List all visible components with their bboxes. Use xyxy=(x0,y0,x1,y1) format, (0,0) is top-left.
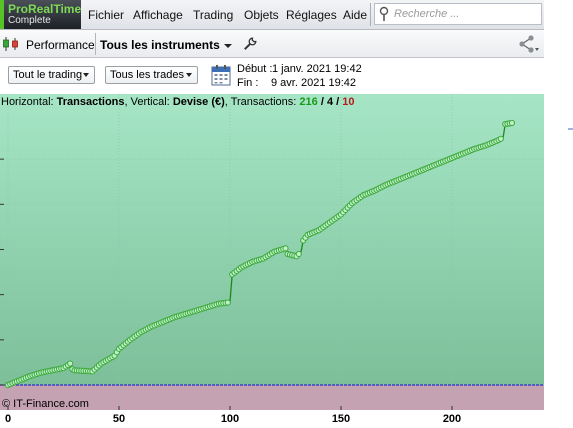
transactions-label: , Transactions: xyxy=(224,96,297,108)
logo-accent xyxy=(0,0,4,29)
share-icon[interactable] xyxy=(518,35,540,53)
x-tick-label: 200 xyxy=(442,413,462,425)
horizontal-label: Horizontal: xyxy=(1,96,54,108)
x-tick-label: 150 xyxy=(331,413,351,425)
logo-edition-text: Complete xyxy=(8,15,51,26)
menu-trading[interactable]: Trading xyxy=(193,8,233,22)
menu-separator xyxy=(370,3,371,26)
menu-aide[interactable]: Aide xyxy=(343,8,367,22)
transactions-neutral: 4 xyxy=(326,96,334,108)
x-tick-label: 100 xyxy=(220,413,240,425)
chart-status-line: Horizontal: Transactions, Vertical: Devi… xyxy=(1,96,355,108)
status-separator: / xyxy=(336,96,340,108)
trades-filter-dropdown[interactable]: Tous les trades xyxy=(105,66,198,84)
chevron-down-icon xyxy=(83,73,89,77)
x-tick-label: 0 xyxy=(4,413,12,425)
menu-affichage[interactable]: Affichage xyxy=(133,8,183,22)
candlestick-icon xyxy=(3,37,18,51)
prorealtime-logo: ProRealTime Complete xyxy=(0,0,81,29)
search-box[interactable] xyxy=(374,3,542,25)
performance-tab[interactable]: Performance xyxy=(26,38,95,52)
trade-point xyxy=(224,299,231,306)
trade-point xyxy=(497,135,504,142)
logo-brand-text: ProRealTime xyxy=(8,2,82,16)
end-date-label: Fin : xyxy=(237,77,259,89)
trading-scope-label: Tout le trading xyxy=(13,69,83,81)
toolbar-separator xyxy=(95,33,96,55)
wrench-icon[interactable] xyxy=(243,37,257,51)
trade-point xyxy=(282,245,289,252)
transactions-losses: 10 xyxy=(342,96,355,108)
instruments-dropdown[interactable]: Tous les instruments xyxy=(100,38,220,52)
search-input[interactable] xyxy=(394,5,539,23)
chevron-down-icon xyxy=(186,73,192,77)
transactions-total: 216 xyxy=(299,96,318,108)
trades-filter-label: Tous les trades xyxy=(110,69,184,81)
x-tick-label: 50 xyxy=(112,413,126,425)
horizontal-value: Transactions xyxy=(56,96,125,108)
chevron-down-icon[interactable] xyxy=(224,44,232,48)
equity-curve-chart[interactable] xyxy=(0,94,573,412)
trading-scope-dropdown[interactable]: Tout le trading xyxy=(8,66,95,84)
end-date-value[interactable]: 9 avr. 2021 19:42 xyxy=(271,77,356,89)
trade-point xyxy=(508,119,516,127)
trade-point xyxy=(295,250,302,258)
positive-zone xyxy=(0,94,544,385)
menu-objets[interactable]: Objets xyxy=(244,8,279,22)
status-separator: / xyxy=(320,96,324,108)
menu-fichier[interactable]: Fichier xyxy=(88,8,124,22)
start-date-value[interactable]: 1 janv. 2021 19:42 xyxy=(272,63,362,75)
menu-bar: ProRealTime Complete Fichier Affichage T… xyxy=(0,0,544,30)
copyright-notice: © IT-Finance.com xyxy=(2,398,89,410)
search-icon xyxy=(379,6,389,21)
calendar-icon[interactable] xyxy=(211,64,231,86)
menu-reglages[interactable]: Réglages xyxy=(286,8,337,22)
toolbar: Performance Tous les instruments xyxy=(0,30,544,58)
start-date-label: Début : xyxy=(237,63,273,75)
trade-point xyxy=(67,360,74,367)
vertical-value: Devise (€) xyxy=(172,96,225,108)
vertical-label: , Vertical: xyxy=(124,96,170,108)
axis-band xyxy=(0,410,573,412)
